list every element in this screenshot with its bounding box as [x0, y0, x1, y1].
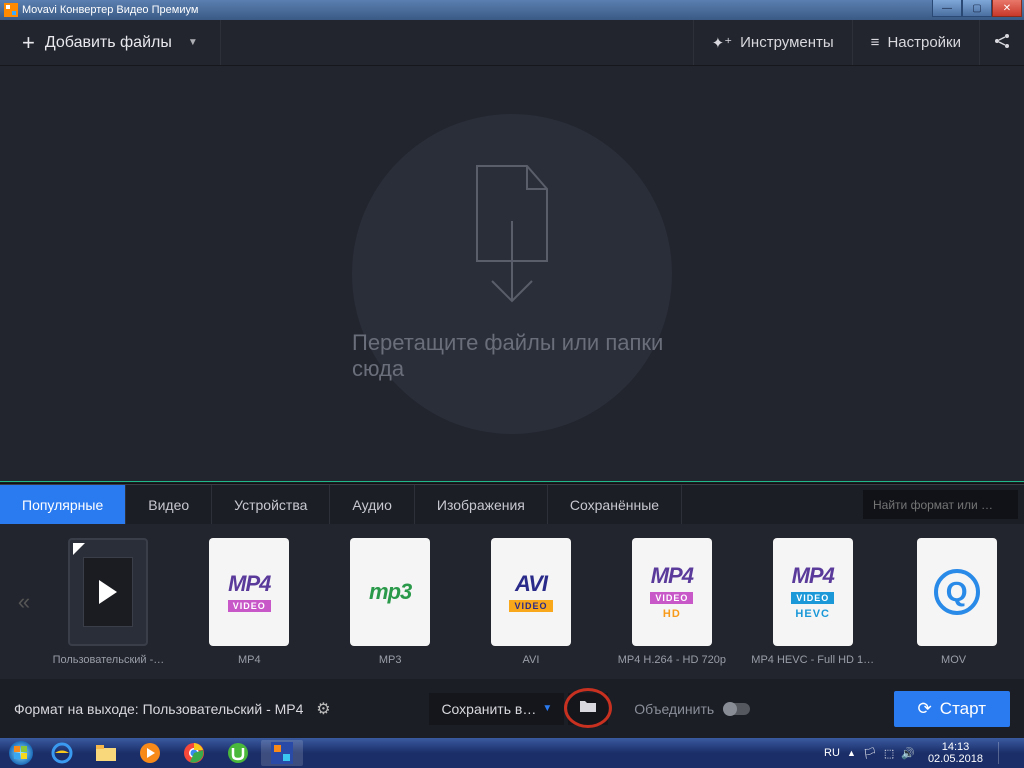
preset-label: MP4 H.264 - HD 720p [602, 654, 742, 666]
tools-button[interactable]: ✦⁺ Инструменты [693, 20, 852, 65]
taskbar-ie[interactable] [41, 740, 83, 766]
windows-taskbar: RU ▲ 🏳 ⬚ 🔊 14:13 02.05.2018 [0, 738, 1024, 768]
plus-icon: + [22, 30, 35, 56]
tray-flag-icon[interactable]: 🏳 [863, 747, 877, 760]
taskbar-movavi[interactable] [261, 740, 303, 766]
system-tray: RU ▲ 🏳 ⬚ 🔊 14:13 02.05.2018 [824, 740, 1022, 766]
tray-volume-icon[interactable]: 🔊 [901, 747, 915, 760]
tray-clock[interactable]: 14:13 02.05.2018 [922, 741, 989, 765]
preset-label: MP4 [179, 654, 319, 666]
share-button[interactable] [979, 20, 1024, 65]
tray-network-icon[interactable]: ⬚ [884, 747, 894, 760]
tools-label: Инструменты [740, 34, 834, 51]
tray-lang[interactable]: RU [824, 747, 840, 759]
start-menu-button[interactable] [2, 739, 40, 767]
tab-saved[interactable]: Сохранённые [548, 485, 682, 524]
merge-toggle[interactable] [724, 703, 750, 715]
taskbar-utorrent[interactable] [217, 740, 259, 766]
start-button[interactable]: ⟳ Старт [894, 691, 1010, 727]
tab-devices[interactable]: Устройства [212, 485, 330, 524]
preset-mp4-hevc[interactable]: MP4 VIDEO HEVC MP4 HEVC - Full HD 1… [742, 538, 883, 666]
preset-mov[interactable]: Q MOV [883, 538, 1024, 666]
preset-avi[interactable]: AVI VIDEO AVI [461, 538, 602, 666]
magic-wand-icon: ✦⁺ [712, 34, 733, 52]
tab-images[interactable]: Изображения [415, 485, 548, 524]
drop-circle: Перетащите файлы или папки сюда [352, 114, 672, 434]
minimize-button[interactable]: — [932, 0, 962, 17]
output-format-label: Формат на выходе: Пользовательский - MP4 [14, 701, 303, 717]
chevron-down-icon: ▼ [188, 37, 198, 48]
preset-mp4[interactable]: MP4 VIDEO MP4 [179, 538, 320, 666]
main-toolbar: + Добавить файлы ▼ ✦⁺ Инструменты ≡ Наст… [0, 20, 1024, 66]
tray-time: 14:13 [942, 741, 970, 753]
format-tabs: Популярные Видео Устройства Аудио Изобра… [0, 484, 1024, 524]
tab-audio[interactable]: Аудио [330, 485, 415, 524]
add-files-label: Добавить файлы [45, 34, 172, 52]
preset-label: AVI [461, 654, 601, 666]
app-icon [4, 3, 18, 17]
search-input[interactable] [863, 490, 1018, 519]
browse-folder-button[interactable] [568, 693, 608, 725]
preset-custom[interactable]: Пользовательский -… [38, 538, 179, 666]
preset-label: Пользовательский -… [38, 654, 178, 666]
taskbar-chrome[interactable] [173, 740, 215, 766]
maximize-button[interactable]: ▢ [962, 0, 992, 17]
window-controls: — ▢ ✕ [932, 0, 1022, 17]
tab-popular[interactable]: Популярные [0, 485, 126, 524]
refresh-icon: ⟳ [918, 699, 932, 719]
format-settings-button[interactable]: ⚙ [309, 695, 337, 723]
play-icon [99, 580, 117, 604]
preset-mp3[interactable]: mp3 MP3 [320, 538, 461, 666]
preset-label: MP3 [320, 654, 460, 666]
close-button[interactable]: ✕ [992, 0, 1022, 17]
folder-icon [579, 699, 597, 718]
taskbar-wmp[interactable] [129, 740, 171, 766]
file-download-icon [457, 161, 567, 316]
scroll-left-button[interactable]: « [10, 589, 38, 615]
share-icon [994, 33, 1010, 53]
tray-arrow-icon[interactable]: ▲ [847, 748, 856, 758]
window-titlebar: Movavi Конвертер Видео Премиум — ▢ ✕ [0, 0, 1024, 20]
start-label: Старт [940, 699, 986, 719]
tray-date: 02.05.2018 [928, 753, 983, 765]
taskbar-explorer[interactable] [85, 740, 127, 766]
save-location-label: Сохранить в… [441, 701, 536, 717]
preset-strip: « Пользовательский -… MP4 VIDEO MP4 mp3 … [0, 524, 1024, 679]
drop-text: Перетащите файлы или папки сюда [352, 330, 672, 382]
drop-zone[interactable]: Перетащите файлы или папки сюда [0, 66, 1024, 481]
show-desktop-button[interactable] [1008, 740, 1016, 766]
tab-video[interactable]: Видео [126, 485, 212, 524]
settings-label: Настройки [887, 34, 961, 51]
bottom-bar: Формат на выходе: Пользовательский - MP4… [0, 679, 1024, 738]
window-title: Movavi Конвертер Видео Премиум [22, 4, 198, 16]
selected-mark-icon [73, 543, 85, 555]
chevron-down-icon: ▼ [542, 703, 552, 714]
merge-label: Объединить [634, 701, 714, 717]
preset-label: MP4 HEVC - Full HD 1… [743, 654, 883, 666]
add-files-button[interactable]: + Добавить файлы ▼ [0, 20, 221, 65]
hamburger-icon: ≡ [871, 34, 880, 51]
preset-mp4-hd[interactable]: MP4 VIDEO HD MP4 H.264 - HD 720p [601, 538, 742, 666]
gear-icon: ⚙ [316, 699, 330, 719]
preset-label: MOV [884, 654, 1024, 666]
settings-button[interactable]: ≡ Настройки [852, 20, 979, 65]
save-location-dropdown[interactable]: Сохранить в… ▼ [429, 693, 564, 725]
